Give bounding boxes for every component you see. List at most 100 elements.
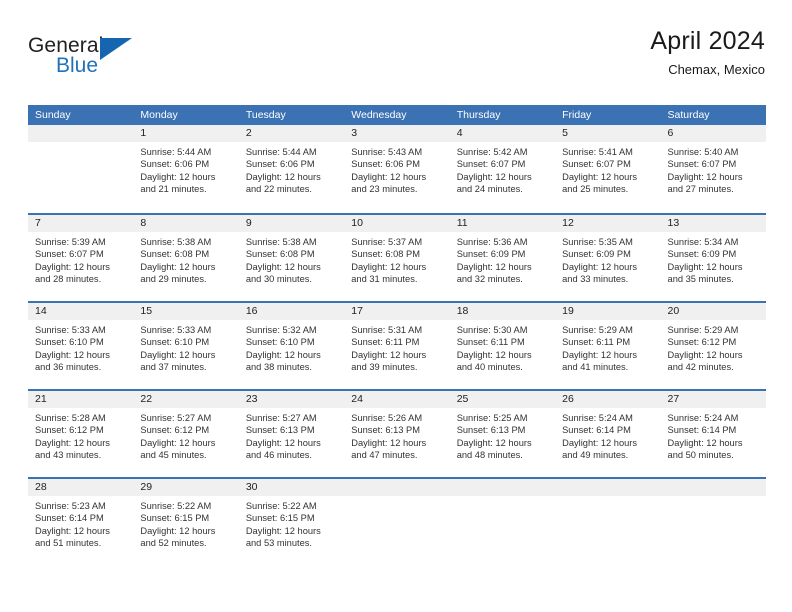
day-cell[interactable]: 8 Sunrise: 5:38 AM Sunset: 6:08 PM Daylight… (133, 215, 239, 301)
day-cell[interactable]: 4 Sunrise: 5:42 AM Sunset: 6:07 PM Daylight… (449, 125, 556, 213)
sunrise-text: Sunrise: 5:44 AM (140, 147, 212, 157)
day-astronomy-info: Sunrise: 5:43 AM Sunset: 6:06 PM Daylight:… (344, 142, 449, 196)
day-cell[interactable]: 9 Sunrise: 5:38 AM Sunset: 6:08 PM Daylight… (238, 215, 345, 301)
daylight-text-line1: Daylight: 12 hours (140, 261, 216, 272)
day-cell[interactable]: 6 Sunrise: 5:40 AM Sunset: 6:07 PM Daylight… (660, 125, 766, 213)
day-number (344, 479, 450, 496)
sunrise-text: Sunrise: 5:24 AM (562, 413, 633, 423)
day-number: 8 (133, 215, 239, 232)
day-cell[interactable]: 2 Sunrise: 5:44 AM Sunset: 6:06 PM Daylight… (238, 125, 345, 213)
day-cell[interactable]: 23 Sunrise: 5:27 AM Sunset: 6:13 PM Dayligh… (238, 391, 345, 477)
day-cell[interactable]: 3 Sunrise: 5:43 AM Sunset: 6:06 PM Daylight… (344, 125, 450, 213)
day-astronomy-info: Sunrise: 5:22 AM Sunset: 6:15 PM Daylight:… (239, 496, 344, 550)
sunset-text: Sunset: 6:07 PM (667, 159, 737, 170)
day-astronomy-info: Sunrise: 5:44 AM Sunset: 6:06 PM Daylight:… (133, 142, 238, 196)
daylight-text-line1: Daylight: 12 hours (351, 261, 427, 272)
day-cell[interactable]: 10 Sunrise: 5:37 AM Sunset: 6:08 PM Dayligh… (344, 215, 450, 301)
day-number: 11 (449, 215, 556, 232)
day-cell[interactable]: 26 Sunrise: 5:24 AM Sunset: 6:14 PM Dayligh… (555, 391, 661, 477)
day-number: 24 (344, 391, 450, 408)
day-astronomy-info: Sunrise: 5:29 AM Sunset: 6:11 PM Daylight:… (555, 320, 660, 374)
sunrise-text: Sunrise: 5:27 AM (140, 413, 212, 423)
daylight-text-line2: and 45 minutes. (140, 450, 207, 461)
day-cell[interactable]: 25 Sunrise: 5:25 AM Sunset: 6:13 PM Dayligh… (449, 391, 556, 477)
day-cell[interactable]: 28 Sunrise: 5:23 AM Sunset: 6:14 PM Dayligh… (28, 479, 134, 565)
day-cell[interactable]: 11 Sunrise: 5:36 AM Sunset: 6:09 PM Dayligh… (449, 215, 556, 301)
calendar-weeks: 1 Sunrise: 5:44 AM Sunset: 6:06 PM Daylight… (28, 125, 766, 565)
daylight-text-line2: and 29 minutes. (140, 274, 207, 285)
day-cell[interactable]: 20 Sunrise: 5:29 AM Sunset: 6:12 PM Dayligh… (660, 303, 766, 389)
day-astronomy-info: Sunrise: 5:38 AM Sunset: 6:08 PM Daylight:… (239, 232, 344, 286)
day-astronomy-info: Sunrise: 5:31 AM Sunset: 6:11 PM Daylight:… (344, 320, 449, 374)
sunrise-text: Sunrise: 5:38 AM (245, 237, 317, 247)
day-cell[interactable]: 17 Sunrise: 5:31 AM Sunset: 6:11 PM Dayligh… (344, 303, 450, 389)
weekday-header-row: Sunday Monday Tuesday Wednesday Thursday… (28, 105, 766, 125)
daylight-text-line2: and 42 minutes. (667, 362, 734, 373)
day-astronomy-info: Sunrise: 5:35 AM Sunset: 6:09 PM Daylight:… (555, 232, 660, 286)
day-cell[interactable]: 14 Sunrise: 5:33 AM Sunset: 6:10 PM Dayligh… (28, 303, 134, 389)
day-cell[interactable]: 19 Sunrise: 5:29 AM Sunset: 6:11 PM Dayligh… (555, 303, 661, 389)
calendar-page: General Blue April 2024 Chemax, Mexico S… (0, 0, 792, 612)
day-cell[interactable]: 1 Sunrise: 5:44 AM Sunset: 6:06 PM Daylight… (133, 125, 239, 213)
sunset-text: Sunset: 6:13 PM (245, 425, 315, 436)
day-number: 15 (133, 303, 239, 320)
daylight-text-line2: and 28 minutes. (35, 274, 102, 285)
daylight-text-line1: Daylight: 12 hours (140, 525, 216, 536)
day-number (449, 479, 556, 496)
daylight-text-line1: Daylight: 12 hours (35, 349, 110, 360)
day-astronomy-info: Sunrise: 5:29 AM Sunset: 6:12 PM Daylight:… (661, 320, 766, 374)
day-astronomy-info: Sunrise: 5:40 AM Sunset: 6:07 PM Daylight:… (661, 142, 766, 196)
day-number: 2 (238, 125, 345, 142)
day-number: 28 (28, 479, 134, 496)
day-astronomy-info: Sunrise: 5:38 AM Sunset: 6:08 PM Daylight:… (133, 232, 238, 286)
daylight-text-line2: and 33 minutes. (562, 274, 629, 285)
daylight-text-line2: and 37 minutes. (140, 362, 207, 373)
sunrise-text: Sunrise: 5:28 AM (35, 413, 106, 423)
sunrise-text: Sunrise: 5:33 AM (140, 325, 212, 335)
day-cell[interactable]: 12 Sunrise: 5:35 AM Sunset: 6:09 PM Dayligh… (555, 215, 661, 301)
sunset-text: Sunset: 6:15 PM (140, 513, 210, 524)
day-cell[interactable]: 29 Sunrise: 5:22 AM Sunset: 6:15 PM Dayligh… (133, 479, 239, 565)
daylight-text-line1: Daylight: 12 hours (245, 261, 321, 272)
day-cell[interactable]: 16 Sunrise: 5:32 AM Sunset: 6:10 PM Dayligh… (238, 303, 345, 389)
day-cell[interactable]: 24 Sunrise: 5:26 AM Sunset: 6:13 PM Dayligh… (344, 391, 450, 477)
daylight-text-line1: Daylight: 12 hours (245, 349, 321, 360)
day-cell[interactable]: 15 Sunrise: 5:33 AM Sunset: 6:10 PM Dayligh… (133, 303, 239, 389)
sunset-text: Sunset: 6:08 PM (140, 249, 210, 260)
daylight-text-line2: and 41 minutes. (562, 362, 629, 373)
sunset-text: Sunset: 6:06 PM (245, 159, 315, 170)
sunset-text: Sunset: 6:14 PM (667, 425, 737, 436)
sunrise-text: Sunrise: 5:37 AM (351, 237, 423, 247)
day-cell[interactable]: 13 Sunrise: 5:34 AM Sunset: 6:09 PM Dayligh… (660, 215, 766, 301)
daylight-text-line1: Daylight: 12 hours (35, 437, 110, 448)
day-number (660, 479, 766, 496)
daylight-text-line1: Daylight: 12 hours (140, 349, 216, 360)
day-cell[interactable]: 30 Sunrise: 5:22 AM Sunset: 6:15 PM Dayligh… (238, 479, 345, 565)
daylight-text-line2: and 50 minutes. (667, 450, 734, 461)
sunset-text: Sunset: 6:09 PM (562, 249, 631, 260)
sunset-text: Sunset: 6:07 PM (35, 249, 104, 260)
day-cell[interactable]: 18 Sunrise: 5:30 AM Sunset: 6:11 PM Dayligh… (449, 303, 556, 389)
daylight-text-line2: and 46 minutes. (245, 450, 312, 461)
day-cell[interactable]: 27 Sunrise: 5:24 AM Sunset: 6:14 PM Dayligh… (660, 391, 766, 477)
day-cell[interactable]: 21 Sunrise: 5:28 AM Sunset: 6:12 PM Dayligh… (28, 391, 134, 477)
day-number: 3 (344, 125, 450, 142)
sunset-text: Sunset: 6:12 PM (35, 425, 104, 436)
day-number: 30 (238, 479, 345, 496)
day-number: 17 (344, 303, 450, 320)
sunrise-text: Sunrise: 5:41 AM (562, 147, 633, 157)
weekday-tuesday: Tuesday (245, 109, 286, 121)
daylight-text-line1: Daylight: 12 hours (562, 349, 638, 360)
sunset-text: Sunset: 6:13 PM (456, 425, 526, 436)
day-cell[interactable]: 5 Sunrise: 5:41 AM Sunset: 6:07 PM Daylight… (555, 125, 661, 213)
day-astronomy-info: Sunrise: 5:36 AM Sunset: 6:09 PM Daylight:… (450, 232, 555, 286)
day-cell[interactable]: 22 Sunrise: 5:27 AM Sunset: 6:12 PM Dayligh… (133, 391, 239, 477)
day-astronomy-info: Sunrise: 5:39 AM Sunset: 6:07 PM Daylight:… (28, 232, 133, 286)
daylight-text-line1: Daylight: 12 hours (35, 261, 110, 272)
day-cell[interactable]: 7 Sunrise: 5:39 AM Sunset: 6:07 PM Daylight… (28, 215, 134, 301)
day-astronomy-info: Sunrise: 5:33 AM Sunset: 6:10 PM Daylight:… (133, 320, 238, 374)
calendar-grid: Sunday Monday Tuesday Wednesday Thursday… (28, 105, 766, 565)
daylight-text-line2: and 32 minutes. (456, 274, 523, 285)
day-number: 26 (555, 391, 661, 408)
general-blue-logo[interactable]: General Blue (28, 34, 143, 84)
